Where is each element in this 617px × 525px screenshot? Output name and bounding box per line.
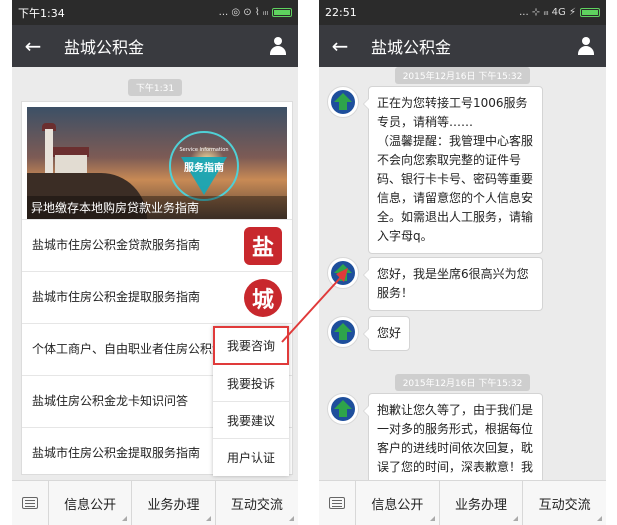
official-avatar-icon[interactable] bbox=[327, 393, 359, 425]
chat-timestamp: 2015年12月16日 下午15:32 bbox=[394, 374, 531, 391]
person-icon[interactable] bbox=[268, 36, 288, 56]
timestamp-wrap: 2015年12月16日 下午15:32 bbox=[319, 64, 606, 84]
message-text: 您好，我是坐席6很高兴为您服务！ bbox=[377, 267, 529, 300]
article-thumb-icon: 城 bbox=[244, 278, 282, 317]
keyboard-icon bbox=[22, 497, 38, 509]
status-time: 下午1:34 bbox=[18, 6, 65, 20]
chat-message: 正在为您转接工号1006服务专员，请稍等…… （温馨提醒：我管理中心客服不会向您… bbox=[327, 86, 543, 254]
article-banner[interactable]: Service Information 服务指南 异地缴存本地购房贷款业务指南 bbox=[27, 107, 287, 219]
article-title: 盐城市住房公积金贷款服务指南 bbox=[32, 238, 201, 252]
phone-right: 22:51 ... ⊹ ᵢₗₗ 4G ⚡ ← 盐城公积金 2015年12月16日… bbox=[319, 0, 606, 525]
battery-icon bbox=[272, 8, 292, 17]
menu-interaction[interactable]: 互动交流 bbox=[523, 481, 606, 525]
page-title: 盐城公积金 bbox=[64, 38, 145, 57]
keyboard-toggle-button[interactable] bbox=[319, 481, 356, 525]
menu-business[interactable]: 业务办理 bbox=[132, 481, 216, 525]
bottom-menu-bar: 信息公开 业务办理 互动交流 bbox=[12, 480, 298, 525]
menu-interaction[interactable]: 互动交流 bbox=[216, 481, 298, 525]
timestamp-wrap: 下午1:31 bbox=[12, 76, 298, 96]
status-indicators: ... ◎ ⊙ ⌇ ᵢₗₗ bbox=[218, 7, 268, 18]
status-indicators: ... ⊹ ᵢₗₗ 4G ⚡ bbox=[519, 7, 576, 18]
message-text: 您好 bbox=[377, 326, 402, 340]
interaction-popup-menu: 我要咨询 我要投诉 我要建议 用户认证 bbox=[213, 326, 289, 476]
annotation-arrow-icon bbox=[281, 268, 348, 343]
menu-info-public[interactable]: 信息公开 bbox=[356, 481, 440, 525]
article-title: 盐城市住房公积金提取服务指南 bbox=[32, 290, 201, 304]
timestamp-wrap: 2015年12月16日 下午15:32 bbox=[319, 371, 606, 391]
nav-bar: ← 盐城公积金 bbox=[319, 25, 606, 67]
keyboard-toggle-button[interactable] bbox=[12, 481, 49, 525]
nav-bar: ← 盐城公积金 bbox=[12, 25, 298, 67]
page-title: 盐城公积金 bbox=[371, 38, 452, 57]
menu-item-suggestion[interactable]: 我要建议 bbox=[213, 402, 289, 439]
banner-caption: 异地缴存本地购房贷款业务指南 bbox=[27, 196, 287, 219]
status-icons: ... ⊹ ᵢₗₗ 4G ⚡ bbox=[519, 7, 600, 18]
status-bar: 下午1:34 ... ◎ ⊙ ⌇ ᵢₗₗ bbox=[12, 0, 298, 25]
back-arrow-icon[interactable]: ← bbox=[22, 36, 44, 56]
official-avatar-icon[interactable] bbox=[327, 86, 359, 118]
service-guide-emblem: Service Information 服务指南 bbox=[169, 131, 239, 201]
person-icon[interactable] bbox=[576, 36, 596, 56]
keyboard-icon bbox=[329, 497, 345, 509]
emblem-title: 服务指南 bbox=[184, 161, 224, 174]
menu-business[interactable]: 业务办理 bbox=[440, 481, 524, 525]
chat-timestamp: 2015年12月16日 下午15:32 bbox=[394, 67, 531, 84]
menu-item-user-auth[interactable]: 用户认证 bbox=[213, 439, 289, 476]
message-bubble: 抱歉让您久等了，由于我们是一对多的服务形式，根据每位客户的进线时间依次回复，耽误… bbox=[363, 393, 543, 485]
menu-info-public[interactable]: 信息公开 bbox=[49, 481, 133, 525]
lighthouse-icon bbox=[45, 129, 53, 173]
chat-timestamp: 下午1:31 bbox=[127, 79, 183, 96]
menu-item-complaint[interactable]: 我要投诉 bbox=[213, 365, 289, 402]
status-icons: ... ◎ ⊙ ⌇ ᵢₗₗ bbox=[219, 7, 292, 18]
emblem-small-text: Service Information bbox=[179, 147, 228, 153]
battery-icon bbox=[580, 8, 600, 17]
status-bar: 22:51 ... ⊹ ᵢₗₗ 4G ⚡ bbox=[319, 0, 606, 25]
message-text: 抱歉让您久等了，由于我们是一对多的服务形式，根据每位客户的进线时间依次回复，耽误… bbox=[377, 403, 534, 474]
menu-item-consult[interactable]: 我要咨询 bbox=[213, 326, 289, 365]
message-bubble: 您好，我是坐席6很高兴为您服务！ bbox=[363, 257, 543, 311]
bottom-menu-bar: 信息公开 业务办理 互动交流 bbox=[319, 480, 606, 525]
article-thumb-icon: 盐 bbox=[244, 226, 282, 265]
chat-message: 抱歉让您久等了，由于我们是一对多的服务形式，根据每位客户的进线时间依次回复，耽误… bbox=[327, 393, 543, 485]
message-text: 正在为您转接工号1006服务专员，请稍等…… （温馨提醒：我管理中心客服不会向您… bbox=[377, 96, 534, 243]
status-time: 22:51 bbox=[325, 6, 357, 19]
article-row[interactable]: 盐城市住房公积金贷款服务指南 盐 bbox=[22, 219, 292, 271]
house-shape bbox=[55, 155, 87, 173]
phone-left: 下午1:34 ... ◎ ⊙ ⌇ ᵢₗₗ ← 盐城公积金 下午1:31 Serv… bbox=[12, 0, 298, 525]
back-arrow-icon[interactable]: ← bbox=[329, 36, 351, 56]
message-bubble: 正在为您转接工号1006服务专员，请稍等…… （温馨提醒：我管理中心客服不会向您… bbox=[363, 86, 543, 254]
message-bubble: 您好 bbox=[362, 316, 411, 351]
article-row[interactable]: 盐城市住房公积金提取服务指南 城 bbox=[22, 271, 292, 323]
